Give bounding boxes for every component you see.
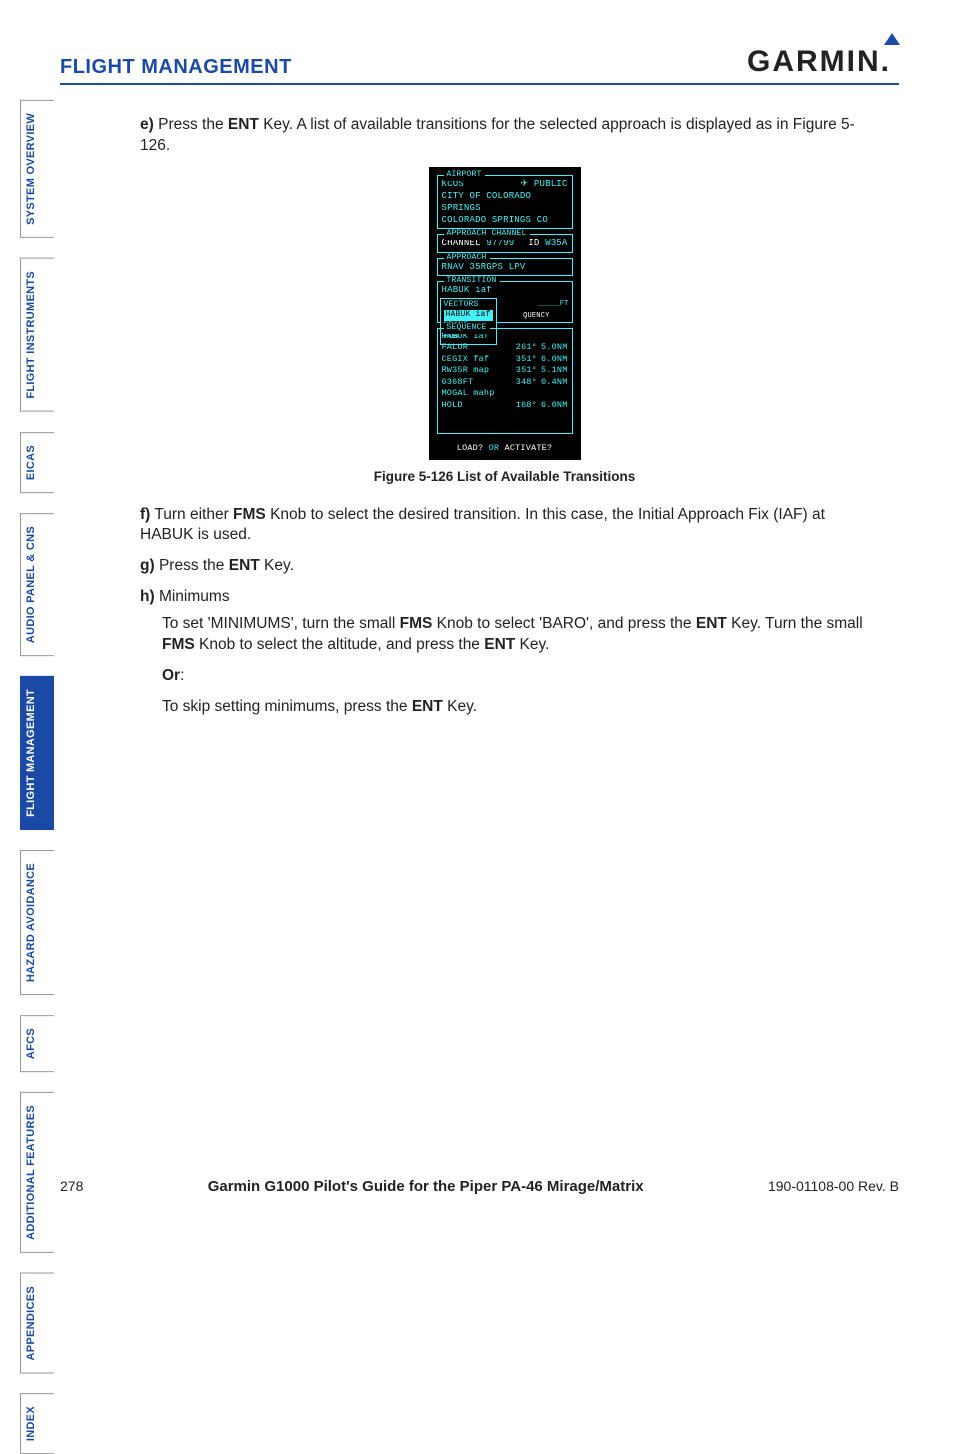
- step-text: Press the: [159, 557, 229, 574]
- airport-name: CITY OF COLORADO SPRINGS: [442, 190, 568, 214]
- box-label: APPROACH CHANNEL: [444, 229, 530, 240]
- key-ent: ENT: [412, 698, 443, 715]
- key-fms: FMS: [233, 506, 266, 523]
- tab-flight-instruments[interactable]: FLIGHT INSTRUMENTS: [20, 258, 54, 412]
- box-label: SEQUENCE: [444, 323, 490, 334]
- quency-label: QUENCY: [523, 312, 549, 321]
- step-marker: f): [140, 506, 150, 523]
- id-value: W35A: [545, 238, 567, 248]
- key-ent: ENT: [229, 557, 260, 574]
- seq-row: HOLD168°6.0NM: [442, 400, 568, 411]
- tab-index[interactable]: INDEX: [20, 1393, 54, 1454]
- tab-additional-features[interactable]: ADDITIONAL FEATURES: [20, 1092, 54, 1253]
- seq-row: RW35R map351°5.1NM: [442, 365, 568, 376]
- step-text: Turn either: [154, 506, 233, 523]
- avionics-screenshot: AIRPORT KCOS✈ PUBLIC CITY OF COLORADO SP…: [429, 167, 581, 460]
- step-marker: h): [140, 588, 155, 605]
- transition-box: TRANSITION HABUK iaf VECTORS HABUK iaf D…: [437, 281, 573, 323]
- tab-audio-panel-cns[interactable]: AUDIO PANEL & CNS: [20, 513, 54, 656]
- page-number: 278: [60, 1178, 83, 1194]
- id-label: ID: [528, 238, 539, 248]
- page-footer: 278 Garmin G1000 Pilot's Guide for the P…: [60, 1178, 899, 1195]
- step-e: e) Press the ENT Key. A list of availabl…: [140, 115, 869, 157]
- step-marker: g): [140, 557, 155, 574]
- sidebar-tabs: SYSTEM OVERVIEW FLIGHT INSTRUMENTS EICAS…: [20, 100, 54, 1454]
- footer-title: Garmin G1000 Pilot's Guide for the Piper…: [208, 1178, 644, 1195]
- step-f: f) Turn either FMS Knob to select the de…: [140, 505, 869, 547]
- step-h-body: To set 'MINIMUMS', turn the small FMS Kn…: [162, 614, 869, 656]
- box-label: AIRPORT: [444, 170, 485, 181]
- or-label: Or: [162, 667, 180, 684]
- key-ent: ENT: [484, 636, 515, 653]
- dropdown-option-selected: HABUK iaf: [444, 310, 493, 321]
- ft-field: _____FT: [538, 300, 569, 309]
- brand-logo: GARMIN.: [747, 45, 899, 79]
- load-activate-prompt: LOAD? OR ACTIVATE?: [437, 439, 573, 454]
- airport-box: AIRPORT KCOS✈ PUBLIC CITY OF COLORADO SP…: [437, 175, 573, 230]
- tab-flight-management[interactable]: FLIGHT MANAGEMENT: [20, 676, 54, 830]
- page-header: FLIGHT MANAGEMENT GARMIN.: [60, 45, 899, 85]
- tab-hazard-avoidance[interactable]: HAZARD AVOIDANCE: [20, 850, 54, 995]
- logo-triangle-icon: [884, 33, 900, 45]
- step-h: h) Minimums To set 'MINIMUMS', turn the …: [140, 587, 869, 718]
- step-label: Minimums: [159, 588, 230, 605]
- step-marker: e): [140, 116, 154, 133]
- airport-type: ✈ PUBLIC: [521, 178, 568, 190]
- main-content: e) Press the ENT Key. A list of availabl…: [140, 115, 869, 718]
- sequence-box: SEQUENCE HABUK iaf FALUR261°5.0NM CEGIX …: [437, 328, 573, 434]
- seq-row: FALUR261°5.0NM: [442, 342, 568, 353]
- brand-text: GARMIN: [747, 45, 881, 78]
- step-text: Press the: [158, 116, 228, 133]
- box-label: APPROACH: [444, 253, 490, 264]
- tab-system-overview[interactable]: SYSTEM OVERVIEW: [20, 100, 54, 238]
- tab-eicas[interactable]: EICAS: [20, 432, 54, 493]
- key-ent: ENT: [228, 116, 259, 133]
- section-title: FLIGHT MANAGEMENT: [60, 56, 292, 79]
- figure-caption: Figure 5-126 List of Available Transitio…: [140, 468, 869, 486]
- activate-prompt: ACTIVATE?: [505, 443, 553, 453]
- seq-row: 6368FT348°0.4NM: [442, 377, 568, 388]
- or-text: OR: [489, 443, 500, 453]
- key-fms: FMS: [400, 615, 433, 632]
- dropdown-option: VECTORS: [444, 300, 493, 311]
- key-ent: ENT: [696, 615, 727, 632]
- key-fms: FMS: [162, 636, 195, 653]
- step-h-or: Or:: [162, 666, 869, 687]
- approach-channel-box: APPROACH CHANNEL CHANNEL 97799ID W35A: [437, 234, 573, 252]
- approach-box: APPROACH RNAV 35RGPS LPV: [437, 258, 573, 276]
- step-h-skip: To skip setting minimums, press the ENT …: [162, 697, 869, 718]
- tab-afcs[interactable]: AFCS: [20, 1015, 54, 1072]
- step-text: Key.: [260, 557, 294, 574]
- load-prompt: LOAD?: [457, 443, 484, 453]
- seq-row: MOGAL mahp: [442, 388, 568, 399]
- tab-appendices[interactable]: APPENDICES: [20, 1273, 54, 1374]
- step-g: g) Press the ENT Key.: [140, 556, 869, 577]
- airport-loc: COLORADO SPRINGS CO: [442, 214, 568, 226]
- box-label: TRANSITION: [444, 276, 500, 287]
- seq-row: CEGIX faf351°6.0NM: [442, 354, 568, 365]
- doc-rev: 190-01108-00 Rev. B: [768, 1178, 899, 1194]
